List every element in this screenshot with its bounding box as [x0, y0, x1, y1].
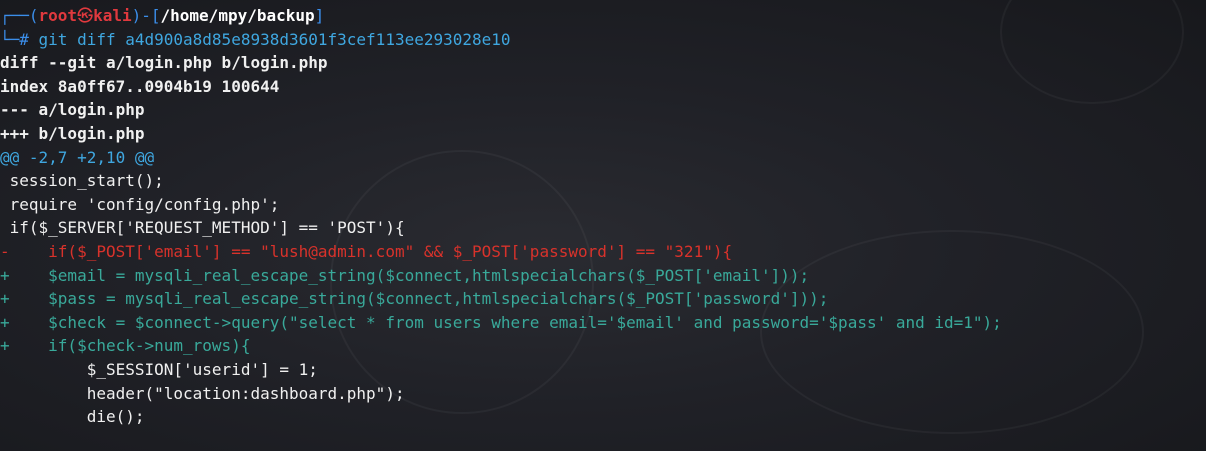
terminal-window[interactable]: ┌──(root㉿kali)-[/home/mpy/backup] └─# gi… — [0, 0, 1206, 451]
diff-new-file-line: +++ b/login.php — [0, 123, 145, 143]
prompt-bracket: ] — [314, 6, 325, 25]
diff-added-line: + $check = $connect->query("select * fro… — [0, 312, 1002, 332]
diff-index-line: index 8a0ff67..0904b19 100644 — [0, 76, 280, 96]
prompt-separator: )-[ — [131, 6, 161, 25]
skull-icon: ㉿ — [77, 6, 94, 25]
diff-added-line: + $email = mysqli_real_escape_string($co… — [0, 265, 810, 285]
diff-context-line: session_start(); — [0, 171, 164, 191]
diff-added-line: + $pass = mysqli_real_escape_string($con… — [0, 289, 829, 309]
diff-context-line: if($_SERVER['REQUEST_METHOD'] == 'POST')… — [0, 218, 405, 238]
prompt-corner-bottom: └─ — [0, 29, 20, 49]
prompt-user: root — [38, 6, 78, 25]
command-line[interactable]: └─# git diff a4d900a8d85e8938d3601f3cef1… — [0, 28, 1206, 52]
command-text: git diff a4d900a8d85e8938d3601f3cef113ee… — [38, 29, 511, 49]
diff-context-line: header("location:dashboard.php"); — [0, 383, 405, 403]
diff-added-line: + if($check->num_rows){ — [0, 336, 251, 356]
prompt-corner: ┌──( — [0, 6, 39, 25]
terminal-output: ┌──(root㉿kali)-[/home/mpy/backup] └─# gi… — [0, 4, 1206, 429]
diff-context-line: $_SESSION['userid'] = 1; — [0, 359, 318, 379]
prompt-host: kali — [93, 6, 132, 25]
diff-header-line: diff --git a/login.php b/login.php — [0, 53, 328, 73]
prompt-path: /home/mpy/backup — [160, 6, 315, 25]
prompt-hash: # — [19, 29, 39, 49]
diff-context-line: die(); — [0, 407, 145, 427]
diff-old-file-line: --- a/login.php — [0, 100, 145, 120]
prompt-line: ┌──(root㉿kali)-[/home/mpy/backup] — [0, 4, 1206, 28]
diff-removed-line: - if($_POST['email'] == "lush@admin.com"… — [0, 241, 733, 261]
diff-context-line: require 'config/config.php'; — [0, 194, 280, 214]
diff-hunk-header: @@ -2,7 +2,10 @@ — [0, 147, 155, 167]
